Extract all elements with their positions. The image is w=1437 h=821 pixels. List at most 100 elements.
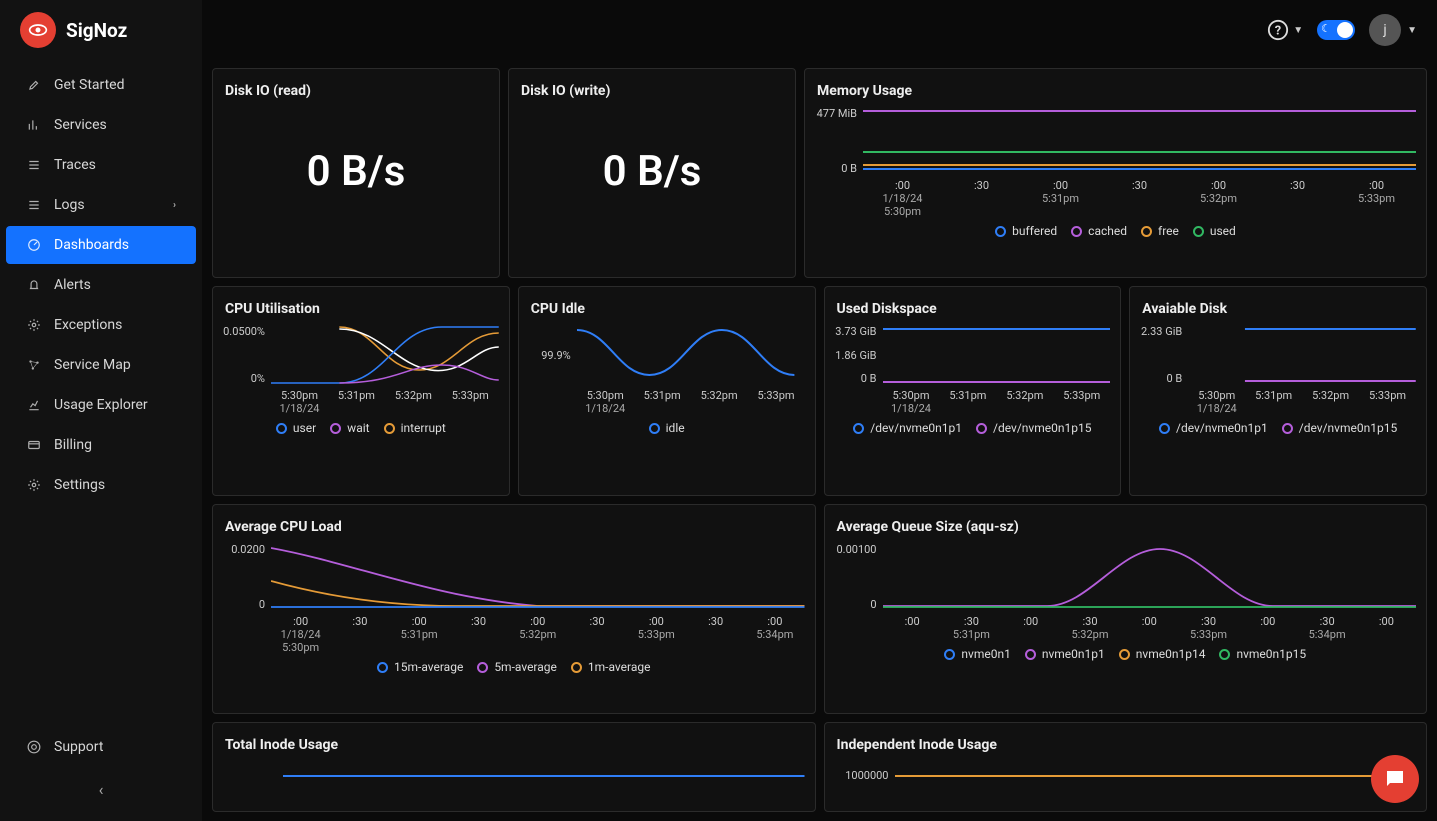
- legend-item[interactable]: cached: [1071, 224, 1127, 238]
- x-axis: 5:30pm1/18/245:31pm5:32pm5:33pm: [223, 385, 499, 415]
- legend-label: user: [293, 421, 316, 435]
- topbar-right: ? ▼ ☾ j ▼: [1267, 14, 1417, 46]
- x-tick: 5:30pm1/18/24: [1188, 389, 1245, 415]
- legend-item[interactable]: interrupt: [384, 421, 446, 435]
- panel-independent-inode-usage[interactable]: Independent Inode Usage 1000000: [824, 722, 1428, 812]
- user-menu[interactable]: j ▼: [1369, 14, 1417, 46]
- sidebar-item-support[interactable]: Support: [6, 728, 196, 766]
- panel-title: Average CPU Load: [223, 515, 805, 543]
- x-tick: 5:30pm1/18/24: [271, 389, 328, 415]
- legend-item[interactable]: idle: [649, 421, 685, 435]
- legend-item[interactable]: /dev/nvme0n1p1: [853, 421, 962, 435]
- sidebar-item-settings[interactable]: Settings: [6, 466, 196, 504]
- sidebar-item-label: Service Map: [54, 357, 131, 373]
- bars-icon: [26, 117, 42, 133]
- x-tick: :001/18/24 5:30pm: [863, 179, 942, 218]
- card-icon: [26, 437, 42, 453]
- chart-plot: [271, 543, 805, 611]
- lines-icon: [26, 197, 42, 213]
- help-menu[interactable]: ? ▼: [1267, 19, 1303, 41]
- sidebar-item-traces[interactable]: Traces: [6, 146, 196, 184]
- legend: user wait interrupt: [223, 415, 499, 435]
- x-tick: :30: [1258, 179, 1337, 218]
- panel-disk-io-write[interactable]: Disk IO (write) 0 B/s: [508, 68, 796, 278]
- brand[interactable]: SigNoz: [20, 12, 127, 48]
- x-tick: :305:34pm: [1297, 615, 1356, 641]
- sidebar-item-billing[interactable]: Billing: [6, 426, 196, 464]
- legend-item[interactable]: used: [1193, 224, 1236, 238]
- panel-available-disk[interactable]: Avaiable Disk 2.33 GiB 0 B 5:30pm1/18/24…: [1129, 286, 1427, 496]
- sidebar-item-get-started[interactable]: Get Started: [6, 66, 196, 104]
- sidebar-item-services[interactable]: Services: [6, 106, 196, 144]
- legend-item[interactable]: wait: [330, 421, 369, 435]
- legend-item[interactable]: 5m-average: [477, 660, 557, 674]
- sidebar-item-label: Dashboards: [54, 237, 129, 253]
- x-tick: 5:32pm: [1302, 389, 1359, 415]
- panel-average-cpu-load[interactable]: Average CPU Load 0.0200 0 :001/18/2: [212, 504, 816, 714]
- legend-item[interactable]: 1m-average: [571, 660, 651, 674]
- map-icon: [26, 357, 42, 373]
- panel-memory-usage[interactable]: Memory Usage 477 MiB 0 B: [804, 68, 1427, 278]
- panel-total-inode-usage[interactable]: Total Inode Usage: [212, 722, 816, 812]
- sidebar-item-label: Alerts: [54, 277, 91, 293]
- panel-disk-io-read[interactable]: Disk IO (read) 0 B/s: [212, 68, 500, 278]
- chevron-left-icon: ‹: [99, 780, 104, 799]
- legend-item[interactable]: nvme0n1p1: [1025, 647, 1105, 661]
- sidebar-item-alerts[interactable]: Alerts: [6, 266, 196, 304]
- chat-icon: [1383, 767, 1407, 791]
- sidebar-item-label: Exceptions: [54, 317, 122, 333]
- legend-label: 15m-average: [394, 660, 463, 674]
- x-tick: 5:33pm: [442, 389, 499, 415]
- x-tick: :30: [330, 615, 389, 654]
- legend-swatch: [571, 662, 582, 673]
- sidebar-item-dashboards[interactable]: Dashboards: [6, 226, 196, 264]
- stat-value: 0 B/s: [519, 107, 785, 236]
- legend-item[interactable]: /dev/nvme0n1p15: [1282, 421, 1397, 435]
- legend-item[interactable]: free: [1141, 224, 1179, 238]
- legend-item[interactable]: nvme0n1p15: [1219, 647, 1306, 661]
- x-tick: :005:31pm: [1021, 179, 1100, 218]
- panel-used-diskspace[interactable]: Used Diskspace 3.73 GiB 1.86 GiB 0 B 5: [824, 286, 1122, 496]
- sidebar-item-label: Get Started: [54, 77, 125, 93]
- legend: /dev/nvme0n1p1/dev/nvme0n1p15: [1140, 415, 1416, 435]
- chart-plot: [271, 325, 499, 385]
- avatar: j: [1369, 14, 1401, 46]
- legend-item[interactable]: /dev/nvme0n1p1: [1159, 421, 1268, 435]
- legend-label: nvme0n1p1: [1042, 647, 1105, 661]
- panel-cpu-utilisation[interactable]: CPU Utilisation 0.0500% 0%: [212, 286, 510, 496]
- gear-icon: [26, 317, 42, 333]
- sidebar-item-usage-explorer[interactable]: Usage Explorer: [6, 386, 196, 424]
- x-tick: 5:30pm1/18/24: [883, 389, 940, 415]
- x-axis: :001/18/24 5:30pm:30:005:31pm:30:005:32p…: [815, 175, 1416, 218]
- panel-average-queue-size[interactable]: Average Queue Size (aqu-sz) 0.00100 0 :0…: [824, 504, 1428, 714]
- y-axis: 0.0500% 0%: [223, 325, 271, 385]
- legend-swatch: [377, 662, 388, 673]
- legend-item[interactable]: nvme0n1p14: [1119, 647, 1206, 661]
- legend-swatch: [1159, 423, 1170, 434]
- x-axis: 5:30pm1/18/245:31pm5:32pm5:33pm: [835, 385, 1111, 415]
- x-tick: 5:30pm1/18/24: [577, 389, 634, 415]
- sidebar-item-logs[interactable]: Logs›: [6, 186, 196, 224]
- legend-item[interactable]: /dev/nvme0n1p15: [976, 421, 1091, 435]
- legend-label: /dev/nvme0n1p1: [1176, 421, 1268, 435]
- x-tick: :005:31pm: [390, 615, 449, 654]
- dash-icon: [26, 237, 42, 253]
- x-tick: :30: [567, 615, 626, 654]
- y-axis: 3.73 GiB 1.86 GiB 0 B: [835, 325, 883, 385]
- sidebar-collapse[interactable]: ‹: [0, 768, 202, 811]
- legend-item[interactable]: buffered: [995, 224, 1057, 238]
- legend-item[interactable]: nvme0n1: [944, 647, 1010, 661]
- chat-fab[interactable]: [1371, 755, 1419, 803]
- panel-cpu-idle[interactable]: CPU Idle 99.9% 5:30pm1/18/245:31pm5:32pm…: [518, 286, 816, 496]
- main: Disk IO (read) 0 B/s Disk IO (write) 0 B…: [202, 0, 1437, 821]
- support-icon: [26, 739, 42, 755]
- legend: nvme0n1 nvme0n1p1 nvme0n1p14 nvme0n1p15: [835, 641, 1417, 661]
- legend-swatch: [1025, 649, 1036, 660]
- legend-item[interactable]: 15m-average: [377, 660, 463, 674]
- theme-toggle[interactable]: ☾: [1317, 20, 1355, 40]
- panel-title: Avaiable Disk: [1140, 297, 1416, 325]
- legend-item[interactable]: user: [276, 421, 316, 435]
- legend: 15m-average 5m-average 1m-average: [223, 654, 805, 674]
- sidebar-item-service-map[interactable]: Service Map: [6, 346, 196, 384]
- sidebar-item-exceptions[interactable]: Exceptions: [6, 306, 196, 344]
